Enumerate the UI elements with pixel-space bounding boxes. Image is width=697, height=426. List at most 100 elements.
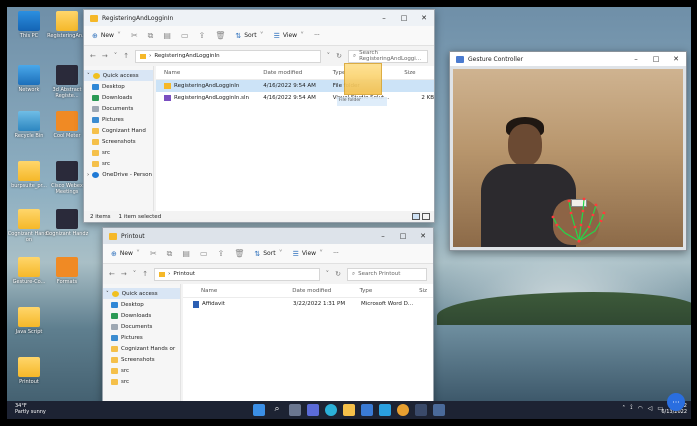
chrome-icon[interactable] xyxy=(397,404,409,416)
maximize-icon[interactable]: □ xyxy=(646,51,666,67)
chevron-down-icon[interactable]: ˅ xyxy=(133,270,137,278)
column-header-size[interactable]: Siz xyxy=(419,288,433,294)
copy-button[interactable]: ⧉ xyxy=(148,31,154,41)
close-icon[interactable]: ✕ xyxy=(413,228,433,244)
volume-icon[interactable]: ◁ xyxy=(648,405,653,412)
minimize-icon[interactable]: – xyxy=(626,51,646,67)
file-row[interactable]: RegisteringAndLogginIn 4/16/2022 9:54 AM… xyxy=(156,80,434,92)
forward-arrow-icon[interactable]: → xyxy=(102,52,108,60)
network-icon[interactable]: ⟟ xyxy=(630,404,632,412)
nav-item-cognizant[interactable]: Cognizant Hands or xyxy=(103,343,180,354)
maximize-icon[interactable]: □ xyxy=(393,228,413,244)
chat-icon[interactable] xyxy=(307,404,319,416)
task-view-icon[interactable] xyxy=(289,404,301,416)
nav-item-documents[interactable]: Documents xyxy=(84,103,153,114)
nav-item-pictures[interactable]: Pictures xyxy=(103,332,180,343)
nav-item-src-2[interactable]: src xyxy=(84,158,153,169)
maximize-icon[interactable]: □ xyxy=(394,10,414,26)
nav-item-src-2[interactable]: src xyxy=(103,376,180,387)
back-arrow-icon[interactable]: ← xyxy=(109,270,115,278)
gesture-controller-window[interactable]: Gesture Controller – □ ✕ xyxy=(449,51,687,251)
weather-widget[interactable]: 34°F Partly sunny xyxy=(15,403,46,415)
column-header-size[interactable]: Size xyxy=(404,70,434,76)
delete-button[interactable]: 🗑 xyxy=(215,31,225,40)
window-titlebar[interactable]: Printout – □ ✕ xyxy=(103,228,433,244)
new-button[interactable]: ⊕ New ˅ xyxy=(111,249,140,258)
delete-button[interactable]: 🗑 xyxy=(234,249,244,258)
paste-button[interactable]: ▤ xyxy=(163,31,171,40)
refresh-icon[interactable]: ↻ xyxy=(335,270,341,278)
search-input[interactable]: ⌕ Search Printout xyxy=(347,267,427,281)
file-explorer-icon[interactable] xyxy=(343,404,355,416)
nav-item-cognizant[interactable]: Cognizant Hand xyxy=(84,125,153,136)
search-input[interactable]: ⌕ Search RegisteringAndLoggi... xyxy=(348,49,428,63)
nav-item-desktop[interactable]: Desktop xyxy=(103,299,180,310)
explorer-window-registering[interactable]: RegisteringAndLogginIn – □ ✕ ⊕ New ˅ ✂ ⧉ ▤… xyxy=(83,9,435,223)
nav-item-downloads[interactable]: Downloads xyxy=(84,92,153,103)
cut-button[interactable]: ✂ xyxy=(150,249,157,258)
copy-button[interactable]: ⧉ xyxy=(167,249,173,259)
file-row[interactable]: Affidavit 3/22/2022 1:31 PM Microsoft Wo… xyxy=(183,298,433,310)
chevron-down-icon[interactable]: ˅ xyxy=(326,270,330,278)
more-options-button[interactable]: ··· xyxy=(667,393,685,411)
app-window-icon[interactable] xyxy=(433,404,445,416)
view-button[interactable]: ☰ View ˅ xyxy=(293,249,324,258)
window-titlebar[interactable]: RegisteringAndLogginIn – □ ✕ xyxy=(84,10,434,26)
column-header-name[interactable]: Name xyxy=(183,288,292,294)
desktop-icon-printout[interactable]: Printout xyxy=(7,357,51,385)
chevron-down-icon[interactable]: ˅ xyxy=(327,52,331,60)
up-arrow-icon[interactable]: ↑ xyxy=(142,270,148,278)
nav-item-desktop[interactable]: Desktop xyxy=(84,81,153,92)
file-row[interactable]: RegisteringAndLogginIn.sln 4/16/2022 9:5… xyxy=(156,92,434,104)
terminal-icon[interactable] xyxy=(415,404,427,416)
up-arrow-icon[interactable]: ↑ xyxy=(123,52,129,60)
cut-button[interactable]: ✂ xyxy=(131,31,138,40)
wifi-icon[interactable]: ◠ xyxy=(637,405,642,412)
column-header-type[interactable]: Type xyxy=(360,288,419,294)
address-input[interactable]: › RegisteringAndLogginIn xyxy=(135,49,321,63)
view-button[interactable]: ☰ View ˅ xyxy=(274,31,305,40)
chevron-down-icon[interactable]: ˅ xyxy=(114,52,118,60)
desktop-icon-formats[interactable]: Formats xyxy=(45,257,89,285)
sort-button[interactable]: ⇅ Sort ˅ xyxy=(254,249,282,258)
column-header-name[interactable]: Name xyxy=(156,70,263,76)
nav-item-documents[interactable]: Documents xyxy=(103,321,180,332)
gesture-titlebar[interactable]: Gesture Controller – □ ✕ xyxy=(450,52,686,66)
store-icon[interactable] xyxy=(361,404,373,416)
address-input[interactable]: › Printout xyxy=(154,267,320,281)
share-button[interactable]: ⇪ xyxy=(218,249,225,258)
nav-item-pictures[interactable]: Pictures xyxy=(84,114,153,125)
close-icon[interactable]: ✕ xyxy=(666,51,686,67)
chevron-up-icon[interactable]: ˄ xyxy=(622,405,625,412)
edge-icon[interactable] xyxy=(325,404,337,416)
close-icon[interactable]: ✕ xyxy=(414,10,434,26)
sort-button[interactable]: ⇅ Sort ˅ xyxy=(235,31,263,40)
share-button[interactable]: ⇪ xyxy=(199,31,206,40)
more-button[interactable]: ··· xyxy=(333,250,339,257)
more-button[interactable]: ··· xyxy=(314,32,320,39)
desktop-icon-java-script[interactable]: Java Script xyxy=(7,307,51,335)
nav-item-quick-access[interactable]: ˅ Quick access xyxy=(103,288,180,299)
start-icon[interactable] xyxy=(253,404,265,416)
nav-item-onedrive[interactable]: › OneDrive - Person xyxy=(84,169,153,180)
refresh-icon[interactable]: ↻ xyxy=(336,52,342,60)
search-icon[interactable]: ⌕ xyxy=(271,404,283,416)
mail-icon[interactable] xyxy=(379,404,391,416)
tiles-view-icon[interactable] xyxy=(422,213,430,220)
minimize-icon[interactable]: – xyxy=(373,228,393,244)
back-arrow-icon[interactable]: ← xyxy=(90,52,96,60)
nav-item-screenshots[interactable]: Screenshots xyxy=(103,354,180,365)
minimize-icon[interactable]: – xyxy=(374,10,394,26)
explorer-window-printout[interactable]: Printout – □ ✕ ⊕ New ˅ ✂ ⧉ ▤ ▭ ⇪ 🗑 ⇅ Sort ˅ … xyxy=(102,227,434,407)
column-header-date[interactable]: Date modified xyxy=(292,288,359,294)
paste-button[interactable]: ▤ xyxy=(182,249,190,258)
rename-button[interactable]: ▭ xyxy=(200,249,208,258)
forward-arrow-icon[interactable]: → xyxy=(121,270,127,278)
rename-button[interactable]: ▭ xyxy=(181,31,189,40)
nav-item-screenshots[interactable]: Screenshots xyxy=(84,136,153,147)
nav-item-downloads[interactable]: Downloads xyxy=(103,310,180,321)
column-header-date[interactable]: Date modified xyxy=(263,70,332,76)
nav-item-src[interactable]: src xyxy=(84,147,153,158)
details-view-icon[interactable] xyxy=(412,213,420,220)
nav-item-src[interactable]: src xyxy=(103,365,180,376)
